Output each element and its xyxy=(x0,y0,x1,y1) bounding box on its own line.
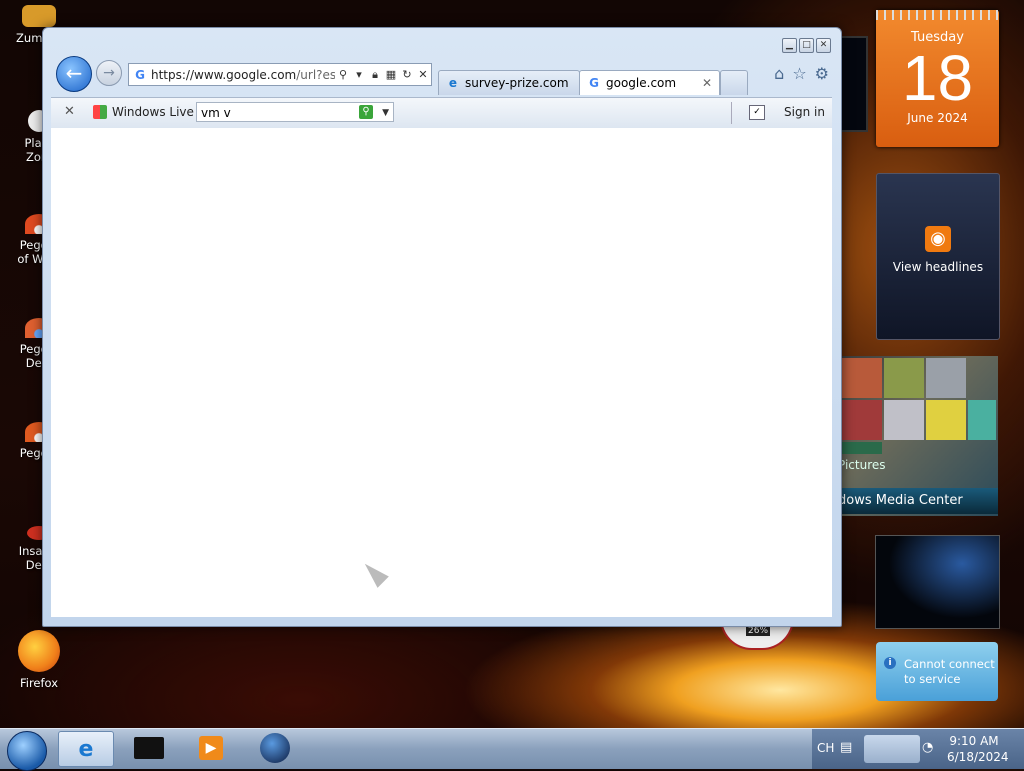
cpu-meter-value: 26% xyxy=(746,626,771,636)
dropdown-arrow-icon[interactable]: ▾ xyxy=(351,68,367,81)
slideshow-gadget[interactable] xyxy=(875,535,1000,629)
keyboard-icon[interactable]: ▤ xyxy=(840,740,852,755)
google-favicon-icon: G xyxy=(135,67,145,82)
calendar-month-year: June 2024 xyxy=(907,111,968,125)
media-center-gadget[interactable]: Pictures dows Media Center xyxy=(838,356,998,516)
view-headlines-label[interactable]: View headlines xyxy=(877,260,999,274)
windows-live-button[interactable]: Windows Live xyxy=(93,105,194,119)
info-icon: i xyxy=(884,657,896,669)
taskbar-media-center-button[interactable] xyxy=(248,731,302,765)
windows-live-search-input[interactable]: vm v ⚲ ▼ xyxy=(196,102,394,122)
maximize-icon[interactable]: □ xyxy=(799,38,814,53)
forward-arrow-icon: → xyxy=(103,65,115,81)
globe-icon xyxy=(260,733,290,763)
calendar-rings xyxy=(876,10,999,20)
folder-icon xyxy=(134,737,164,759)
rss-icon: ◉ xyxy=(925,226,951,252)
internet-explorer-window[interactable]: ▁ □ ✕ ← → G https://www.google.com/url?e… xyxy=(42,27,842,627)
checkmark-icon[interactable]: ✓ xyxy=(749,105,765,120)
search-value: vm v xyxy=(201,106,231,120)
address-bar[interactable]: G https://www.google.com/url?esr ⚲ ▾ 🔒︎ … xyxy=(128,63,432,86)
search-icon[interactable]: ⚲ xyxy=(335,68,351,81)
zuma-icon xyxy=(22,5,56,27)
gear-icon[interactable]: ⚙ xyxy=(815,64,829,83)
photo-frame-gadget-top xyxy=(838,36,868,132)
stop-icon[interactable]: ✕ xyxy=(415,68,431,81)
close-icon[interactable]: ✕ xyxy=(816,38,831,53)
media-tile xyxy=(968,400,996,440)
search-go-icon[interactable]: ⚲ xyxy=(359,105,373,119)
google-icon: G xyxy=(589,76,599,90)
windows-flag-icon xyxy=(93,105,107,119)
clock-date: 6/18/2024 xyxy=(947,750,1009,764)
favorites-star-icon[interactable]: ☆ xyxy=(792,64,806,83)
play-tile-icon xyxy=(884,400,924,440)
home-icon[interactable]: ⌂ xyxy=(774,64,784,83)
language-indicator[interactable]: CH xyxy=(817,741,834,755)
taskbar-ie-button[interactable]: e xyxy=(58,731,114,767)
media-tile xyxy=(842,442,882,454)
network-icon[interactable]: ◔ xyxy=(922,740,933,755)
calendar-gadget[interactable]: Tuesday 18 June 2024 xyxy=(876,10,999,147)
tab-google[interactable]: G google.com ✕ xyxy=(579,70,720,95)
windows-live-toolbar: ✕ Windows Live vm v ⚲ ▼ ✓ Sign in xyxy=(51,97,832,129)
media-tile xyxy=(842,358,882,398)
tab-label: survey-prize.com xyxy=(465,76,569,90)
desktop-icon-label: Firefox xyxy=(19,676,59,690)
windows-live-label: Windows Live xyxy=(112,105,194,119)
media-tile xyxy=(842,400,882,440)
calendar-day-number: 18 xyxy=(901,42,974,114)
connection-notice-text: Cannot connect to service xyxy=(904,657,995,686)
taskbar-explorer-button[interactable] xyxy=(122,731,176,765)
refresh-icon[interactable]: ↻ xyxy=(399,68,415,81)
sign-in-link[interactable]: Sign in xyxy=(784,105,825,119)
tab-close-icon[interactable]: ✕ xyxy=(699,71,715,95)
connection-notice-gadget[interactable]: i Cannot connect to service xyxy=(876,642,998,701)
media-tile xyxy=(926,400,966,440)
firefox-icon xyxy=(18,630,60,672)
feed-headlines-gadget[interactable]: ◉ View headlines xyxy=(876,173,1000,340)
taskbar-media-player-button[interactable]: ▶ xyxy=(184,731,238,765)
media-center-title: dows Media Center xyxy=(838,493,963,508)
search-dropdown-icon[interactable]: ▼ xyxy=(382,103,389,123)
window-caption-buttons: ▁ □ ✕ xyxy=(782,38,831,53)
desktop-icon-firefox[interactable]: Firefox xyxy=(0,630,78,690)
compatibility-view-icon[interactable]: ▦ xyxy=(383,68,399,81)
start-button[interactable] xyxy=(7,731,47,771)
system-tray: CH ▤ ◔ 9:10 AM 6/18/2024 xyxy=(812,729,1024,769)
clock-time: 9:10 AM xyxy=(949,734,999,748)
forward-button[interactable]: → xyxy=(96,60,122,86)
new-tab-button[interactable] xyxy=(720,70,748,95)
toolbar-divider xyxy=(731,102,732,124)
page-content-area[interactable] xyxy=(51,128,832,617)
address-url[interactable]: https://www.google.com/url?esr xyxy=(148,68,335,82)
toolbar-close-icon[interactable]: ✕ xyxy=(64,104,75,119)
lock-icon[interactable]: 🔒︎ xyxy=(367,68,383,82)
clock[interactable]: 9:10 AM 6/18/2024 xyxy=(947,733,1009,765)
url-path: /url?esr xyxy=(296,67,335,82)
back-button[interactable]: ← xyxy=(56,56,92,92)
media-center-title-bar[interactable]: dows Media Center xyxy=(838,488,998,514)
tab-survey-prize[interactable]: e survey-prize.com xyxy=(438,70,580,95)
media-center-pictures-label: Pictures xyxy=(838,458,886,472)
tray-notification-area[interactable] xyxy=(864,735,920,763)
url-host: https://www.google.com xyxy=(151,67,297,82)
minimize-icon[interactable]: ▁ xyxy=(782,38,797,53)
tab-label: google.com xyxy=(606,76,677,90)
command-buttons: ⌂ ☆ ⚙ xyxy=(774,64,829,83)
media-tile xyxy=(884,358,924,398)
back-arrow-icon: ← xyxy=(65,61,83,85)
ie-icon: e xyxy=(448,76,458,90)
ie-icon: e xyxy=(78,736,94,762)
media-tile xyxy=(926,358,966,398)
taskbar: e ▶ CH ▤ ◔ 9:10 AM 6/18/2024 xyxy=(0,728,1024,771)
media-player-icon: ▶ xyxy=(199,736,223,760)
